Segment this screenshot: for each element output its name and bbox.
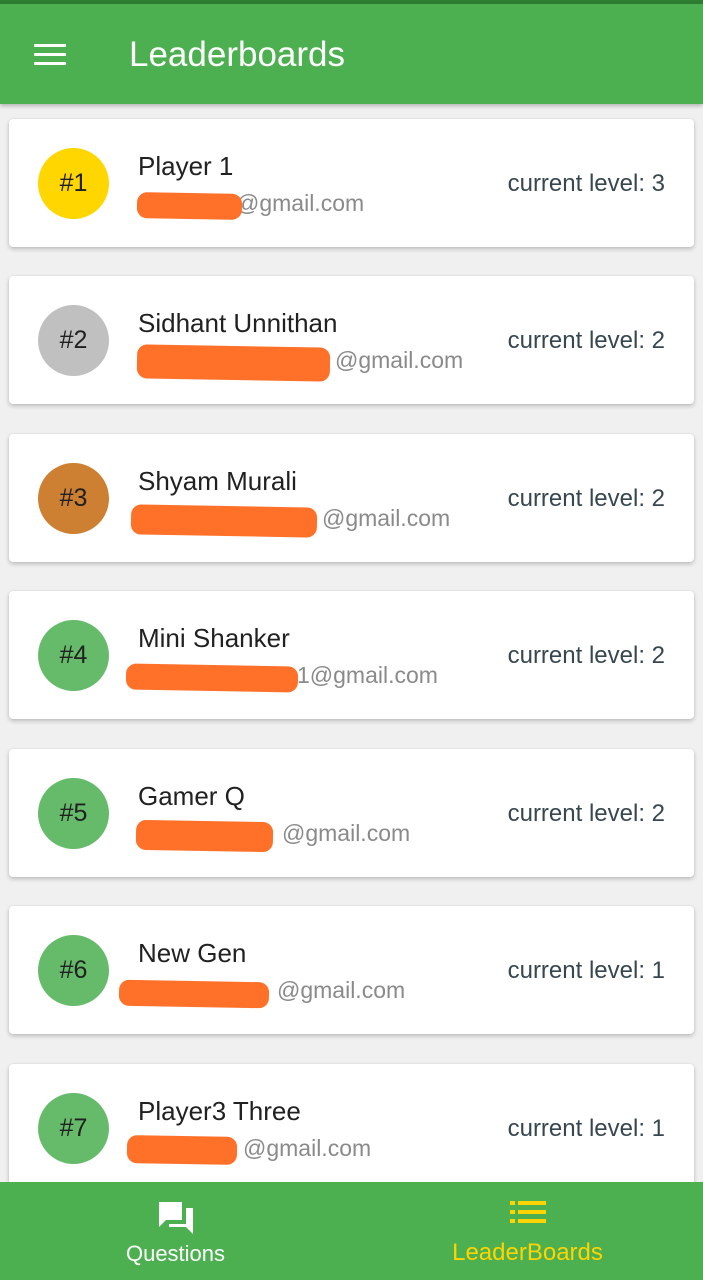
leaderboard-card-6[interactable]: #6 New Gen @gmail.com current level: 1 bbox=[9, 906, 694, 1034]
leaderboard-card-1[interactable]: #1 Player 1 @gmail.com current level: 3 bbox=[9, 119, 694, 247]
questions-tab[interactable]: Questions bbox=[0, 1182, 351, 1280]
current-level: current level: 1 bbox=[507, 957, 665, 984]
current-level: current level: 2 bbox=[507, 327, 665, 354]
redaction-mark bbox=[118, 979, 270, 1009]
redaction-mark bbox=[136, 192, 243, 220]
player-name: Gamer Q bbox=[138, 781, 245, 811]
current-level: current level: 2 bbox=[507, 642, 665, 669]
current-level: current level: 2 bbox=[507, 800, 665, 827]
player-email: @gmail.com bbox=[282, 820, 411, 846]
player-email: @gmail.com bbox=[335, 347, 464, 373]
leaderboard-card-5[interactable]: #5 Gamer Q @gmail.com current level: 2 bbox=[9, 749, 694, 877]
rank-badge: #2 bbox=[38, 305, 109, 376]
current-level: current level: 1 bbox=[507, 1115, 665, 1142]
leaderboard-card-7[interactable]: #7 Player3 Three @gmail.com current leve… bbox=[9, 1064, 694, 1182]
redaction-mark bbox=[126, 1135, 238, 1165]
player-name: Player3 Three bbox=[138, 1096, 301, 1126]
redaction-mark bbox=[130, 504, 318, 538]
redaction-mark bbox=[136, 344, 331, 382]
questions-tab-label: Questions bbox=[125, 1241, 226, 1266]
player-name: Player 1 bbox=[138, 151, 234, 181]
rank-badge: #7 bbox=[38, 1093, 109, 1164]
leaderboards-tab-label: LeaderBoards bbox=[452, 1239, 603, 1266]
leaderboard-list[interactable]: #1 Player 1 @gmail.com current level: 3 … bbox=[0, 104, 703, 1182]
hamburger-menu-icon[interactable] bbox=[34, 44, 66, 68]
player-email: @gmail.com bbox=[277, 977, 406, 1003]
leaderboard-card-3[interactable]: #3 Shyam Murali @gmail.com current level… bbox=[9, 434, 694, 562]
player-email: @gmail.com bbox=[322, 505, 451, 531]
leaderboards-tab[interactable]: LeaderBoards bbox=[352, 1182, 703, 1280]
app-bar: Leaderboards bbox=[0, 4, 703, 104]
current-level: current level: 3 bbox=[507, 170, 665, 197]
player-email: 1@gmail.com bbox=[297, 662, 438, 688]
player-name: Mini Shanker bbox=[138, 623, 290, 653]
rank-badge: #3 bbox=[38, 463, 109, 534]
rank-badge: #6 bbox=[38, 935, 109, 1006]
player-name: Shyam Murali bbox=[138, 466, 297, 496]
current-level: current level: 2 bbox=[507, 485, 665, 512]
rank-badge: #4 bbox=[38, 620, 109, 691]
page-title: Leaderboards bbox=[129, 35, 345, 74]
player-email: @gmail.com bbox=[243, 1135, 372, 1161]
redaction-mark bbox=[125, 663, 299, 693]
rank-badge: #5 bbox=[38, 778, 109, 849]
player-name: New Gen bbox=[138, 938, 247, 968]
player-email: @gmail.com bbox=[236, 190, 365, 216]
chat-bubbles-icon bbox=[158, 1202, 193, 1234]
leaderboard-card-4[interactable]: #4 Mini Shanker 1@gmail.com current leve… bbox=[9, 591, 694, 719]
bottom-navigation: Questions LeaderBoards bbox=[0, 1182, 703, 1280]
leaderboard-card-2[interactable]: #2 Sidhant Unnithan @gmail.com current l… bbox=[9, 276, 694, 404]
redaction-mark bbox=[135, 819, 274, 853]
player-name: Sidhant Unnithan bbox=[138, 308, 338, 338]
rank-badge: #1 bbox=[38, 148, 109, 219]
list-icon bbox=[509, 1201, 546, 1223]
